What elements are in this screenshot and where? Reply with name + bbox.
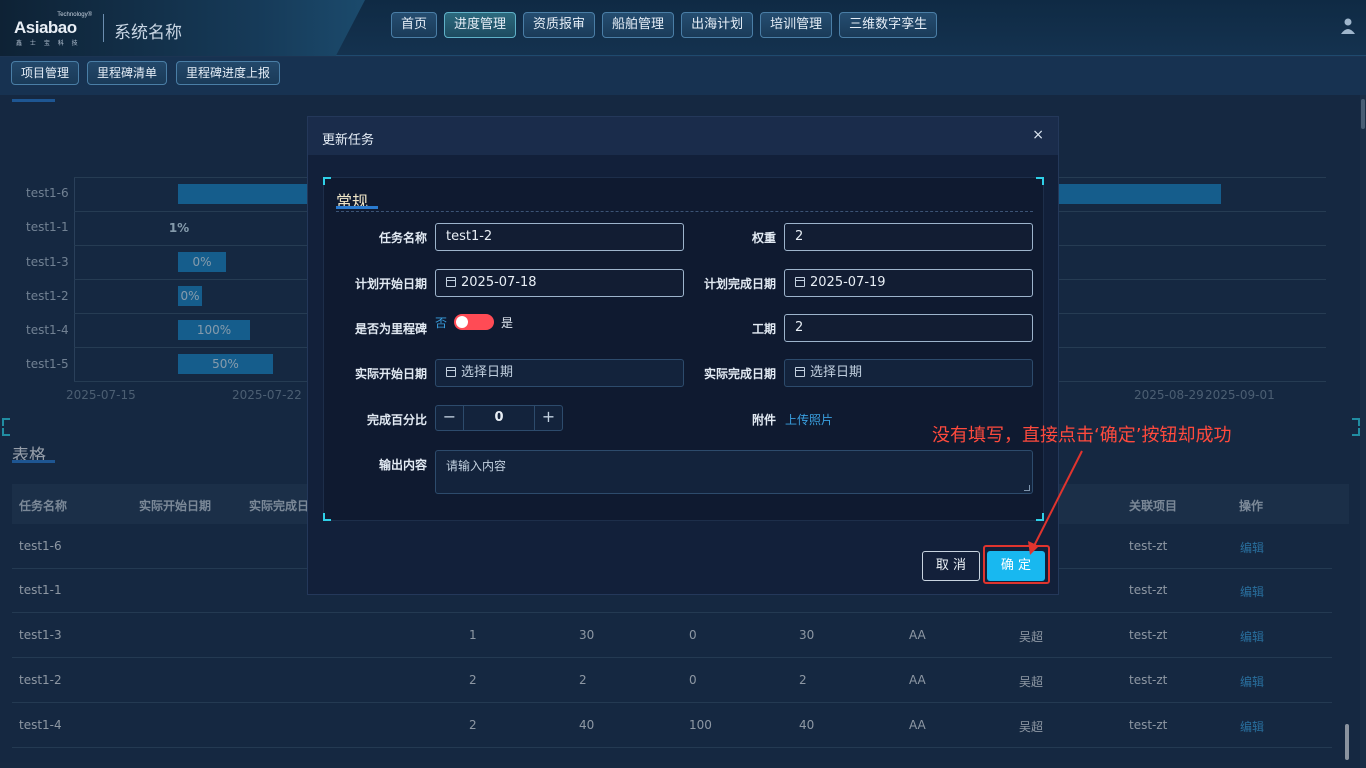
form-section: 常规 任务名称 test1-2 权重 2 计划开始日期 2025-07-18 计… xyxy=(323,177,1044,521)
section-underline xyxy=(336,206,378,209)
plan-end-label: 计划完成日期 xyxy=(703,277,776,291)
dialog-header: 更新任务 × xyxy=(308,117,1058,155)
update-task-dialog: 更新任务 × 常规 任务名称 test1-2 权重 2 计划开始日期 2025-… xyxy=(307,116,1059,595)
toggle-knob xyxy=(456,316,468,328)
form-corner xyxy=(323,177,331,185)
plan-start-value: 2025-07-18 xyxy=(461,275,537,290)
output-placeholder: 请输入内容 xyxy=(446,459,507,473)
system-name: 系统名称 xyxy=(114,23,182,43)
milestone-no-label: 否 xyxy=(435,316,448,330)
subnav-milestone-list[interactable]: 里程碑清单 xyxy=(87,61,168,85)
output-label: 输出内容 xyxy=(378,458,427,472)
minus-button[interactable]: − xyxy=(436,406,464,430)
company-logo: Technology® Asiabao 鑫 士 宝 科 技 xyxy=(14,12,94,47)
upload-photo-link[interactable]: 上传照片 xyxy=(785,411,833,428)
milestone-toggle[interactable] xyxy=(454,314,494,330)
plan-start-label: 计划开始日期 xyxy=(354,277,427,291)
nav-progress[interactable]: 进度管理 xyxy=(444,12,517,38)
actual-end-date-picker[interactable]: 选择日期 xyxy=(784,359,1033,387)
actual-start-placeholder: 选择日期 xyxy=(461,365,514,380)
workdays-label: 工期 xyxy=(751,322,776,336)
logo-sub-text: 鑫 士 宝 科 技 xyxy=(16,40,81,47)
nav-home[interactable]: 首页 xyxy=(391,12,438,38)
top-header: Technology® Asiabao 鑫 士 宝 科 技 系统名称 首页 进度… xyxy=(0,0,1366,56)
cancel-button[interactable]: 取 消 xyxy=(922,551,980,581)
section-divider xyxy=(336,211,1033,212)
attachment-label: 附件 xyxy=(751,413,776,427)
actual-end-label: 实际完成日期 xyxy=(703,367,776,381)
task-name-label: 任务名称 xyxy=(378,231,427,245)
plan-start-date-picker[interactable]: 2025-07-18 xyxy=(435,269,684,297)
percent-stepper[interactable]: − 0 + xyxy=(435,405,563,431)
actual-start-label: 实际开始日期 xyxy=(354,367,427,381)
logo-brand-text: Asiabao xyxy=(14,18,77,37)
plus-button[interactable]: + xyxy=(534,406,562,430)
calendar-icon xyxy=(446,277,456,287)
form-corner xyxy=(1036,177,1044,185)
nav-digital-twin[interactable]: 三维数字孪生 xyxy=(839,12,938,38)
nav-qualification[interactable]: 资质报审 xyxy=(523,12,596,38)
annotation-text: 没有填写，直接点击‘确定’按钮却成功 xyxy=(932,425,1232,446)
calendar-icon xyxy=(795,277,805,287)
logo-divider xyxy=(103,14,104,42)
form-corner xyxy=(1036,513,1044,521)
logo-area: Technology® Asiabao 鑫 士 宝 科 技 系统名称 xyxy=(0,0,365,56)
percent-label: 完成百分比 xyxy=(366,413,427,427)
close-icon[interactable]: × xyxy=(1032,127,1044,143)
sub-nav: 项目管理 里程碑清单 里程碑进度上报 xyxy=(0,57,1366,95)
actual-start-date-picker[interactable]: 选择日期 xyxy=(435,359,684,387)
weight-label: 权重 xyxy=(751,231,776,245)
percent-value[interactable]: 0 xyxy=(464,406,534,430)
workdays-input[interactable]: 2 xyxy=(784,314,1033,342)
confirm-highlight-box xyxy=(983,545,1050,584)
calendar-icon xyxy=(446,367,456,377)
weight-input[interactable]: 2 xyxy=(784,223,1033,251)
user-icon[interactable] xyxy=(1340,16,1356,36)
subnav-milestone-report[interactable]: 里程碑进度上报 xyxy=(176,61,281,85)
task-name-input[interactable]: test1-2 xyxy=(435,223,684,251)
nav-ships[interactable]: 船舶管理 xyxy=(602,12,675,38)
form-corner xyxy=(323,513,331,521)
top-nav: 首页 进度管理 资质报审 船舶管理 出海计划 培训管理 三维数字孪生 xyxy=(391,12,938,38)
nav-training[interactable]: 培训管理 xyxy=(760,12,833,38)
plan-end-value: 2025-07-19 xyxy=(810,275,886,290)
milestone-label: 是否为里程碑 xyxy=(354,322,427,336)
resize-handle[interactable] xyxy=(1024,485,1030,491)
milestone-yes-label: 是 xyxy=(501,316,514,330)
dialog-title: 更新任务 xyxy=(322,133,375,148)
output-textarea[interactable]: 请输入内容 xyxy=(435,450,1033,494)
calendar-icon xyxy=(795,367,805,377)
actual-end-placeholder: 选择日期 xyxy=(810,365,863,380)
subnav-project-management[interactable]: 项目管理 xyxy=(11,61,80,85)
nav-sea-plan[interactable]: 出海计划 xyxy=(681,12,754,38)
plan-end-date-picker[interactable]: 2025-07-19 xyxy=(784,269,1033,297)
